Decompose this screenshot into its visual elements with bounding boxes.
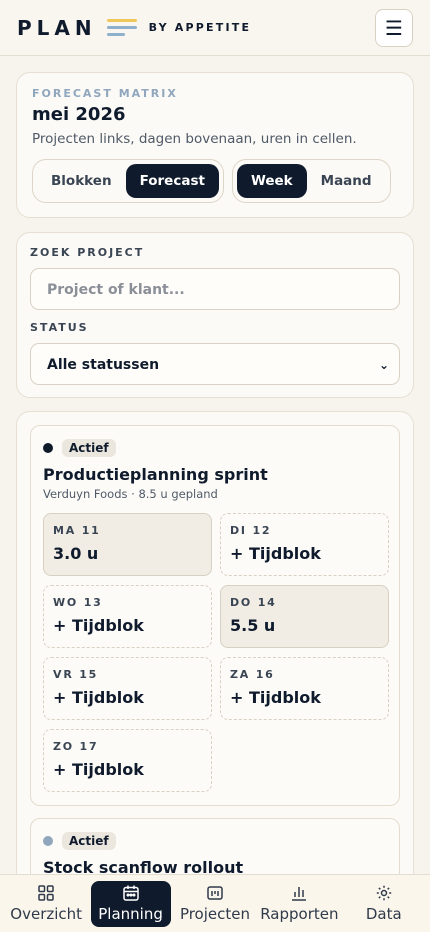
bottom-nav: Overzicht Planning Projecten Rapporten D… xyxy=(0,874,430,932)
add-timeblock: + Tijdblok xyxy=(230,688,321,707)
nav-label: Data xyxy=(365,905,402,923)
bar-chart-icon xyxy=(292,887,307,901)
filters-card: ZOEK PROJECT Project of klant... STATUS … xyxy=(16,232,414,398)
forecast-card: FORECAST MATRIX mei 2026 Projecten links… xyxy=(16,72,414,218)
status-dot xyxy=(43,836,53,846)
toggle-blokken[interactable]: Blokken xyxy=(37,164,126,198)
day-label: WO 13 xyxy=(53,596,103,609)
day-label: MA 11 xyxy=(53,524,101,537)
nav-projecten[interactable]: Projecten xyxy=(175,881,255,927)
add-timeblock: + Tijdblok xyxy=(53,616,144,635)
day-cell-wo[interactable]: WO 13 + Tijdblok xyxy=(43,585,212,648)
nav-label: Overzicht xyxy=(10,905,83,923)
range-toggle: Week Maand xyxy=(231,159,391,203)
day-cell-do[interactable]: DO 14 5.5 u xyxy=(220,585,389,648)
search-input[interactable]: Project of klant... xyxy=(30,268,400,310)
chevron-down-icon: ⌄ xyxy=(378,358,389,372)
add-timeblock: + Tijdblok xyxy=(53,688,144,707)
hamburger-icon: ☰ xyxy=(385,16,403,40)
day-label: DI 12 xyxy=(230,524,272,537)
nav-label: Planning xyxy=(98,905,163,923)
grid-icon xyxy=(38,885,54,901)
forecast-eyebrow: FORECAST MATRIX xyxy=(32,87,178,100)
nav-label: Rapporten xyxy=(260,905,339,923)
toggle-week[interactable]: Week xyxy=(236,164,307,198)
app-header: PLAN BY APPETITE ☰ xyxy=(0,0,430,56)
nav-overzicht[interactable]: Overzicht xyxy=(6,881,86,927)
status-label: STATUS xyxy=(30,321,89,334)
calendar-icon xyxy=(122,885,139,901)
view-toggle: Blokken Forecast xyxy=(32,159,224,203)
projects-card: Actief Productieplanning sprint Verduyn … xyxy=(16,411,414,932)
project-item: Actief Productieplanning sprint Verduyn … xyxy=(30,425,400,806)
day-cell-zo[interactable]: ZO 17 + Tijdblok xyxy=(43,729,212,792)
nav-label: Projecten xyxy=(179,905,250,923)
day-cell-di[interactable]: DI 12 + Tijdblok xyxy=(220,513,389,576)
project-meta: Verduyn Foods · 8.5 u gepland xyxy=(43,487,218,501)
day-label: ZO 17 xyxy=(53,740,99,753)
gear-icon xyxy=(376,885,391,901)
day-cell-za[interactable]: ZA 16 + Tijdblok xyxy=(220,657,389,720)
status-select-value: Alle statussen xyxy=(47,357,160,373)
logo-by: BY APPETITE xyxy=(148,21,252,34)
day-value: 5.5 u xyxy=(230,616,276,635)
search-label: ZOEK PROJECT xyxy=(30,246,145,259)
day-label: ZA 16 xyxy=(230,668,275,681)
add-timeblock: + Tijdblok xyxy=(53,760,144,779)
project-title: Productieplanning sprint xyxy=(43,465,268,484)
logo-word: PLAN xyxy=(17,15,97,40)
menu-button[interactable]: ☰ xyxy=(375,9,413,47)
day-value: 3.0 u xyxy=(53,544,99,563)
day-label: VR 15 xyxy=(53,668,99,681)
status-dot xyxy=(43,443,53,453)
page-title: mei 2026 xyxy=(32,104,126,125)
day-cell-vr[interactable]: VR 15 + Tijdblok xyxy=(43,657,212,720)
page-subtitle: Projecten links, dagen bovenaan, uren in… xyxy=(32,131,357,147)
day-label: DO 14 xyxy=(230,596,277,609)
status-select[interactable]: Alle statussen ⌄ xyxy=(30,343,400,385)
status-badge: Actief xyxy=(62,832,116,850)
nav-planning[interactable]: Planning xyxy=(90,880,171,927)
nav-rapporten[interactable]: Rapporten xyxy=(259,881,339,927)
status-badge: Actief xyxy=(62,439,116,457)
nav-data[interactable]: Data xyxy=(344,881,424,927)
logo-mark-icon xyxy=(106,18,137,38)
add-timeblock: + Tijdblok xyxy=(230,544,321,563)
toggle-maand[interactable]: Maand xyxy=(307,164,386,198)
folder-icon xyxy=(207,886,223,900)
toggle-forecast[interactable]: Forecast xyxy=(125,164,219,198)
day-cell-ma[interactable]: MA 11 3.0 u xyxy=(43,513,212,576)
